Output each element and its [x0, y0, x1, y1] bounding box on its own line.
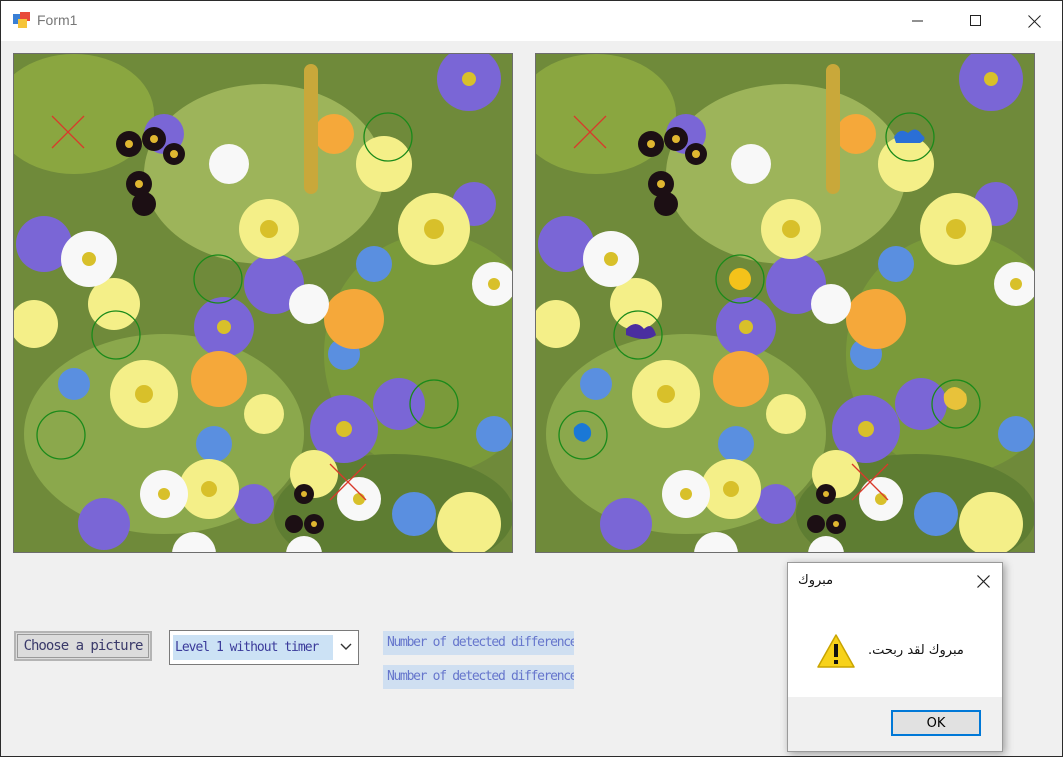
close-button[interactable] [1005, 1, 1063, 41]
dialog-footer: OK [788, 697, 1002, 751]
chevron-down-icon [340, 643, 352, 650]
minimize-icon [912, 20, 923, 22]
message-dialog: مبروك مبروك لقد ربحت. OK [787, 562, 1003, 752]
close-icon[interactable] [977, 575, 990, 588]
dialog-message: مبروك لقد ربحت. [868, 643, 964, 658]
title-bar[interactable]: Form1 [1, 1, 1062, 41]
dialog-title: مبروك [798, 573, 834, 588]
choose-picture-button[interactable]: Choose a picture [14, 631, 152, 661]
flower-meadow-original [14, 54, 512, 552]
level-select-value: Level 1 without timer [173, 635, 333, 660]
winforms-app-icon [13, 12, 30, 28]
level-select[interactable]: Level 1 without timer [169, 630, 359, 665]
maximize-icon [970, 15, 981, 26]
right-picture-box[interactable] [535, 53, 1035, 553]
flower-meadow-modified [536, 54, 1034, 552]
detected-differences-label-1: Number of detected differences: 5 [383, 631, 574, 655]
close-icon [1027, 14, 1041, 28]
left-picture-box[interactable] [13, 53, 513, 553]
window-title: Form1 [37, 12, 78, 28]
ok-button[interactable]: OK [891, 710, 981, 736]
maximize-button[interactable] [947, 1, 1005, 41]
detected-differences-label-2: Number of detected differences: 0 [383, 665, 574, 689]
warning-icon [817, 634, 855, 668]
app-window: Form1 Choose a picture Level 1 without t… [0, 0, 1063, 757]
minimize-button[interactable] [889, 1, 947, 41]
